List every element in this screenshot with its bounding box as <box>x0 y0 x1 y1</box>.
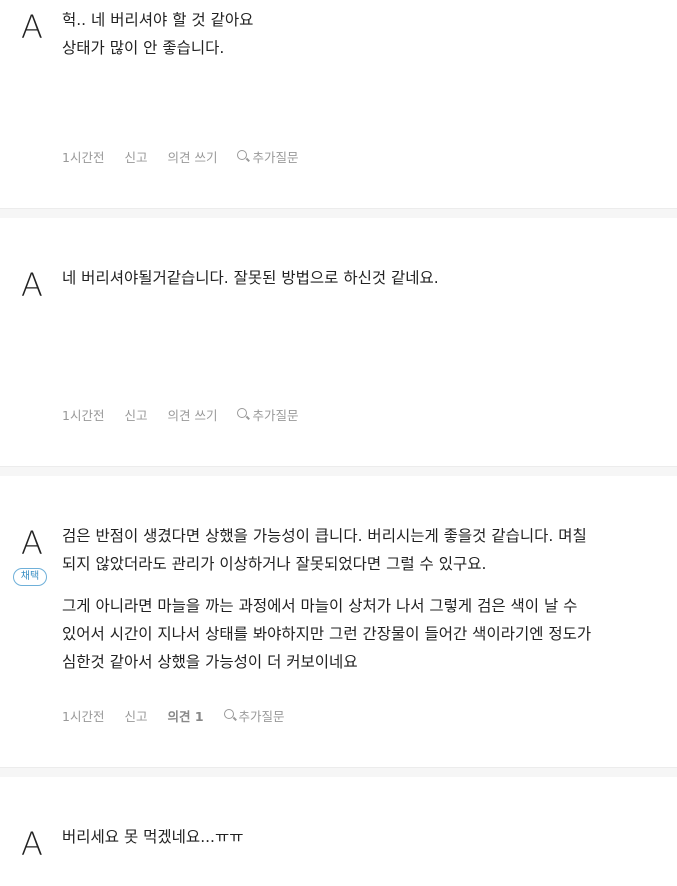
avatar: A <box>21 266 43 304</box>
write-opinion-link[interactable]: 의견 쓰기 <box>167 405 217 424</box>
timestamp: 1시간전 <box>62 709 105 724</box>
answer-meta: 1시간전 신고 의견 쓰기 추가질문 <box>62 147 298 166</box>
answer-meta: 1시간전 신고 의견 쓰기 추가질문 <box>62 405 298 424</box>
section-divider <box>0 466 677 476</box>
answer-text-line: 네 버리셔야될거같습니다. 잘못된 방법으로 하신것 같네요. <box>62 269 439 287</box>
search-icon <box>223 708 234 719</box>
followup-question-link[interactable]: 추가질문 <box>237 147 298 166</box>
timestamp: 1시간전 <box>62 408 105 423</box>
avatar: A <box>21 825 43 863</box>
followup-label: 추가질문 <box>252 150 299 165</box>
report-link[interactable]: 신고 <box>124 405 147 424</box>
answer-text-line: 버리세요 못 먹겠네요...ㅠㅠ <box>62 828 244 846</box>
report-link[interactable]: 신고 <box>124 706 147 725</box>
followup-label: 추가질문 <box>238 709 285 724</box>
section-divider <box>0 208 677 218</box>
answer-text-line: 있어서 시간이 지나서 상태를 봐야하지만 그런 간장물이 들어간 색이라기엔 … <box>62 625 592 643</box>
followup-question-link[interactable]: 추가질문 <box>223 706 285 725</box>
avatar: A <box>21 8 43 46</box>
answer-meta: 1시간전 신고 의견 1 추가질문 <box>62 706 285 725</box>
answer-text-line: 검은 반점이 생겼다면 상했을 가능성이 큽니다. 버리시는게 좋을것 같습니다… <box>62 527 587 545</box>
write-opinion-link[interactable]: 의견 쓰기 <box>167 147 217 166</box>
answer-body: 검은 반점이 생겼다면 상했을 가능성이 큽니다. 버리시는게 좋을것 같습니다… <box>62 522 658 676</box>
search-icon <box>237 407 248 418</box>
answer-body: 헉.. 네 버리셔야 할 것 같아요 상태가 많이 안 좋습니다. <box>62 6 658 62</box>
followup-label: 추가질문 <box>252 408 299 423</box>
answer-text-line: 헉.. 네 버리셔야 할 것 같아요 <box>62 11 254 29</box>
accepted-badge: 채택 <box>13 568 47 586</box>
report-link[interactable]: 신고 <box>124 147 147 166</box>
answer-text-line: 되지 않았더라도 관리가 이상하거나 잘못되었다면 그럴 수 있구요. <box>62 555 487 573</box>
avatar: A <box>21 524 43 562</box>
answer-text-line: 그게 아니라면 마늘을 까는 과정에서 마늘이 상처가 나서 그렇게 검은 색이… <box>62 597 578 615</box>
opinion-count-link[interactable]: 의견 1 <box>167 706 203 725</box>
followup-question-link[interactable]: 추가질문 <box>237 405 298 424</box>
search-icon <box>237 149 248 160</box>
answer-body: 버리세요 못 먹겠네요...ㅠㅠ <box>62 823 658 851</box>
timestamp: 1시간전 <box>62 150 105 165</box>
answer-text-line: 심한것 같아서 상했을 가능성이 더 커보이네요 <box>62 653 358 671</box>
answer-text-line: 상태가 많이 안 좋습니다. <box>62 39 225 57</box>
answer-body: 네 버리셔야될거같습니다. 잘못된 방법으로 하신것 같네요. <box>62 264 658 292</box>
section-divider <box>0 767 677 777</box>
